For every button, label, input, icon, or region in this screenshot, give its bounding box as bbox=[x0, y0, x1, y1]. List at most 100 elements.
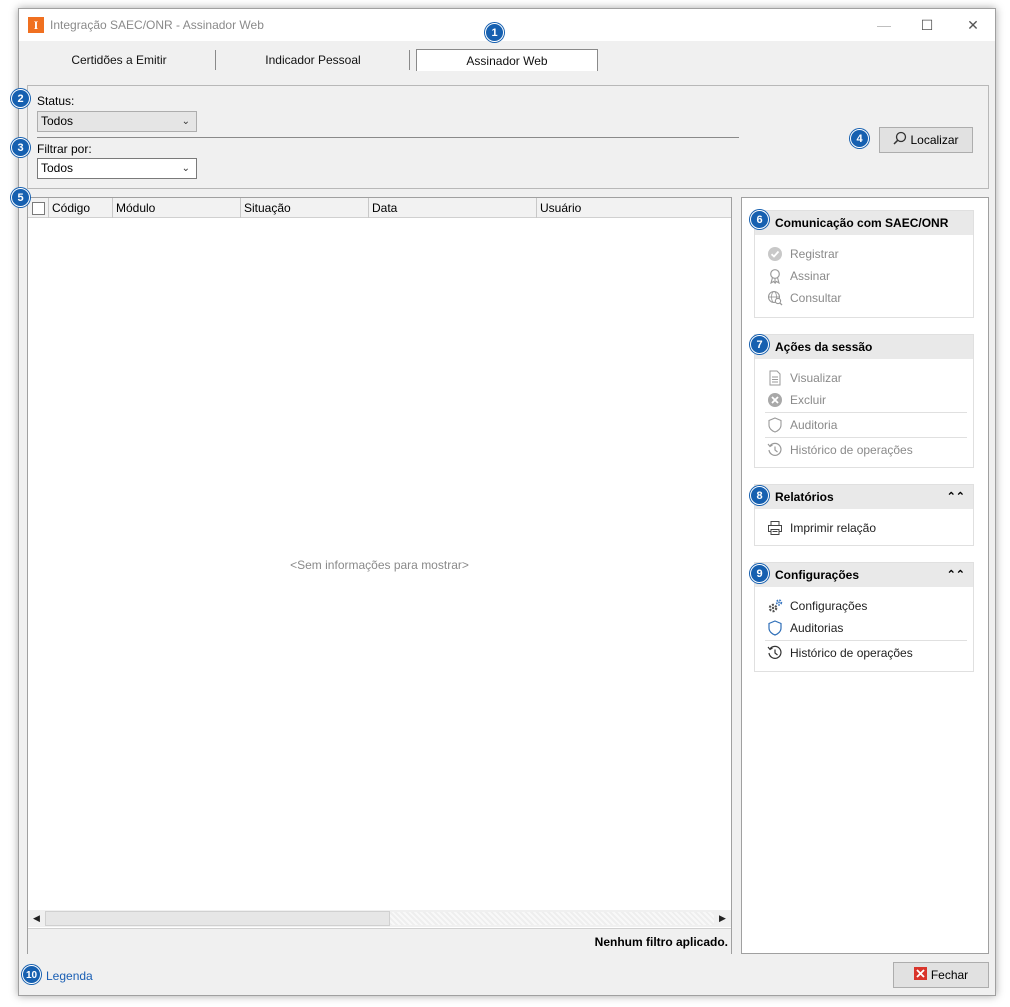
group-acoes-title: Ações da sessão bbox=[755, 335, 973, 359]
chevron-double-up-icon[interactable]: ⌃⌃ bbox=[947, 563, 965, 587]
main-window: I Integração SAEC/ONR - Assinador Web — … bbox=[18, 8, 996, 996]
horizontal-scrollbar[interactable]: ◀ ▶ bbox=[28, 910, 731, 927]
action-historico-config-label: Histórico de operações bbox=[790, 646, 913, 660]
action-auditorias-label: Auditorias bbox=[790, 621, 844, 635]
action-registrar[interactable]: Registrar bbox=[755, 243, 973, 265]
action-visualizar-label: Visualizar bbox=[790, 371, 842, 385]
minimize-button[interactable]: — bbox=[864, 13, 904, 37]
group-configuracoes-header[interactable]: Configurações ⌃⌃ bbox=[755, 563, 973, 587]
check-circle-icon bbox=[767, 246, 783, 262]
action-configuracoes-label: Configurações bbox=[790, 599, 868, 613]
item-separator bbox=[765, 640, 967, 641]
history-clock-icon bbox=[767, 645, 783, 661]
maximize-button[interactable]: ☐ bbox=[907, 13, 947, 37]
chevron-double-up-icon[interactable]: ⌃⌃ bbox=[947, 485, 965, 509]
group-acoes-sessao: Ações da sessão Visualizar Excluir Audit… bbox=[754, 334, 974, 468]
callout-badge-2: 2 bbox=[11, 89, 30, 108]
gears-icon bbox=[767, 598, 783, 614]
column-header-situacao[interactable]: Situação bbox=[240, 198, 368, 218]
filter-panel: Status: Todos ⌄ Filtrar por: Todos ⌄ Loc… bbox=[27, 85, 989, 189]
group-comunicacao-title: Comunicação com SAEC/ONR bbox=[755, 211, 973, 235]
printer-icon bbox=[767, 520, 783, 536]
data-grid: Código Módulo Situação Data Usuário <Sem… bbox=[27, 197, 732, 954]
action-registrar-label: Registrar bbox=[790, 247, 839, 261]
shield-icon bbox=[767, 417, 783, 433]
close-window-button[interactable]: ✕ bbox=[953, 13, 993, 37]
scroll-left-icon[interactable]: ◀ bbox=[28, 910, 45, 927]
item-separator bbox=[765, 412, 967, 413]
action-consultar-label: Consultar bbox=[790, 291, 842, 305]
title-bar: I Integração SAEC/ONR - Assinador Web — … bbox=[19, 9, 995, 41]
status-select[interactable]: Todos ⌄ bbox=[37, 111, 197, 132]
select-all-checkbox[interactable] bbox=[32, 202, 45, 215]
chevron-down-icon: ⌄ bbox=[181, 163, 190, 174]
close-button-label: Fechar bbox=[930, 968, 969, 982]
status-select-value: Todos bbox=[41, 114, 74, 128]
action-auditoria-label: Auditoria bbox=[790, 418, 838, 432]
action-auditorias[interactable]: Auditorias bbox=[755, 617, 973, 639]
callout-badge-10: 10 bbox=[22, 965, 41, 984]
status-label: Status: bbox=[37, 94, 75, 108]
callout-badge-7: 7 bbox=[750, 335, 769, 354]
document-icon bbox=[767, 370, 783, 386]
action-assinar[interactable]: Assinar bbox=[755, 265, 973, 287]
callout-badge-1: 1 bbox=[485, 23, 504, 42]
filter-select[interactable]: Todos ⌄ bbox=[37, 158, 197, 179]
action-historico-label: Histórico de operações bbox=[790, 443, 913, 457]
group-comunicacao: Comunicação com SAEC/ONR Registrar Assin… bbox=[754, 210, 974, 318]
tab-strip: Certidões a Emitir Indicador Pessoal Ass… bbox=[19, 45, 995, 73]
tab-certidoes[interactable]: Certidões a Emitir bbox=[29, 49, 209, 71]
chevron-down-icon: ⌄ bbox=[181, 116, 190, 127]
action-historico[interactable]: Histórico de operações bbox=[755, 439, 973, 461]
action-consultar[interactable]: Consultar bbox=[755, 287, 973, 309]
filter-label: Filtrar por: bbox=[37, 142, 92, 156]
grid-status-bar: Nenhum filtro aplicado. bbox=[28, 928, 731, 954]
minimize-icon: — bbox=[877, 17, 891, 33]
search-button-label: Localizar bbox=[910, 133, 959, 147]
column-header-codigo[interactable]: Código bbox=[48, 198, 112, 218]
tab-divider bbox=[215, 50, 216, 70]
divider-line bbox=[37, 137, 739, 138]
group-relatorios-header[interactable]: Relatórios ⌃⌃ bbox=[755, 485, 973, 509]
group-configuracoes: Configurações ⌃⌃ Configurações Auditoria… bbox=[754, 562, 974, 672]
history-clock-icon bbox=[767, 442, 783, 458]
tab-divider bbox=[409, 50, 410, 70]
action-visualizar[interactable]: Visualizar bbox=[755, 367, 973, 389]
tab-assinador-web[interactable]: Assinador Web bbox=[416, 49, 598, 71]
close-button[interactable]: Fechar bbox=[893, 962, 989, 988]
action-imprimir-relacao[interactable]: Imprimir relação bbox=[755, 517, 973, 539]
group-relatorios-title: Relatórios bbox=[775, 490, 834, 504]
app-logo-icon: I bbox=[28, 17, 44, 33]
search-button[interactable]: Localizar bbox=[879, 127, 973, 153]
globe-search-icon bbox=[767, 290, 783, 306]
item-separator bbox=[765, 437, 967, 438]
callout-badge-9: 9 bbox=[750, 564, 769, 583]
empty-grid-message: <Sem informações para mostrar> bbox=[290, 558, 469, 572]
action-assinar-label: Assinar bbox=[790, 269, 831, 283]
callout-badge-3: 3 bbox=[11, 138, 30, 157]
callout-badge-6: 6 bbox=[750, 210, 769, 229]
group-relatorios: Relatórios ⌃⌃ Imprimir relação bbox=[754, 484, 974, 546]
column-header-modulo[interactable]: Módulo bbox=[112, 198, 240, 218]
column-header-usuario[interactable]: Usuário bbox=[536, 198, 731, 218]
maximize-icon: ☐ bbox=[920, 17, 934, 33]
tab-indicador-pessoal[interactable]: Indicador Pessoal bbox=[223, 49, 403, 71]
action-excluir-label: Excluir bbox=[790, 393, 827, 407]
filter-select-value: Todos bbox=[41, 161, 74, 175]
legend-link[interactable]: Legenda bbox=[46, 969, 93, 983]
action-imprimir-label: Imprimir relação bbox=[790, 521, 877, 535]
action-configuracoes[interactable]: Configurações bbox=[755, 595, 973, 617]
group-configuracoes-title: Configurações bbox=[775, 568, 860, 582]
action-auditoria[interactable]: Auditoria bbox=[755, 414, 973, 436]
scrollbar-track[interactable] bbox=[390, 912, 714, 925]
action-historico-configuracoes[interactable]: Histórico de operações bbox=[755, 642, 973, 664]
scroll-right-icon[interactable]: ▶ bbox=[714, 910, 731, 927]
grid-header: Código Módulo Situação Data Usuário bbox=[28, 198, 731, 218]
close-x-icon bbox=[913, 964, 927, 988]
column-header-data[interactable]: Data bbox=[368, 198, 536, 218]
scrollbar-thumb[interactable] bbox=[45, 911, 390, 926]
search-icon bbox=[893, 129, 907, 153]
ribbon-award-icon bbox=[767, 268, 783, 284]
delete-circle-icon bbox=[767, 392, 783, 408]
action-excluir[interactable]: Excluir bbox=[755, 389, 973, 411]
